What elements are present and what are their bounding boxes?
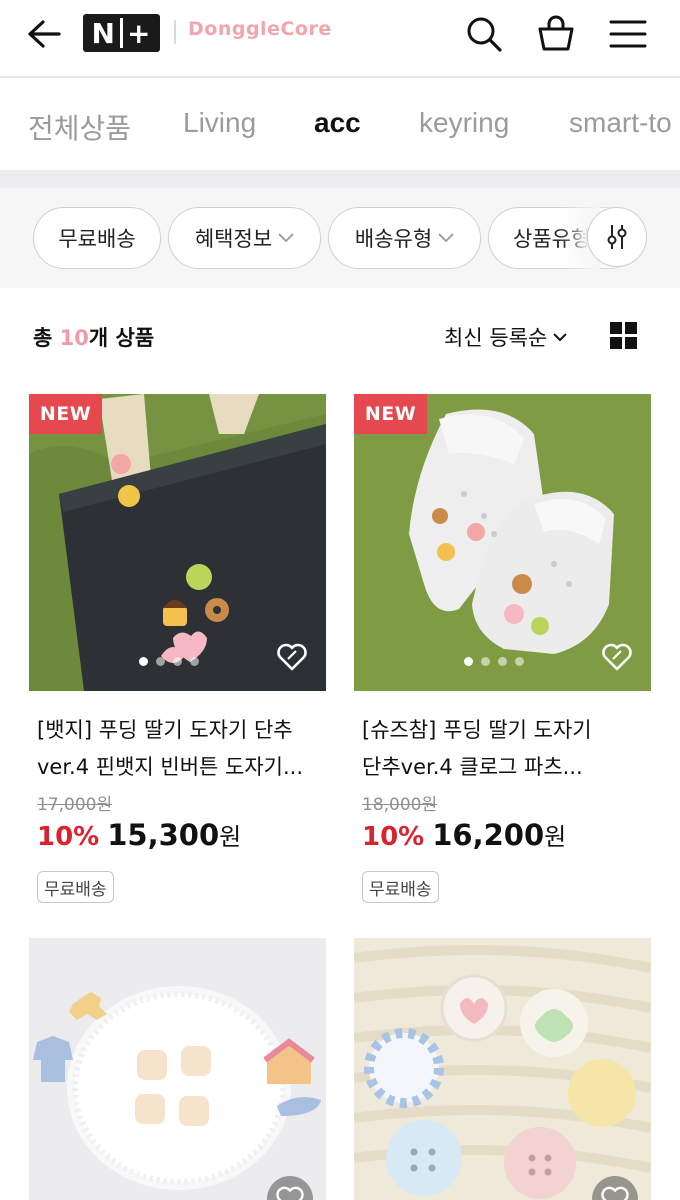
product-name-line: ver.4 핀뱃지 빈버튼 도자기... xyxy=(37,755,304,779)
free-shipping-tag: 무료배송 xyxy=(37,871,114,903)
filter-benefits[interactable]: 혜택정보 xyxy=(168,207,321,269)
tab-all[interactable]: 전체상품 xyxy=(28,107,131,147)
grid-view-icon[interactable] xyxy=(610,322,638,350)
product-count: 총 10개 상품 xyxy=(33,322,154,352)
product-name[interactable]: [뱃지] 푸딩 딸기 도자기 단추 ver.4 핀뱃지 빈버튼 도자기... xyxy=(37,712,327,786)
free-shipping-tag: 무료배송 xyxy=(362,871,439,903)
product-card[interactable]: NEW [슈즈참] 푸딩 딸기 도자기 단추ver.4 클로그 파츠... 18… xyxy=(354,394,651,914)
price-row: 10% 15,300 원 xyxy=(37,817,241,852)
currency-unit: 원 xyxy=(219,823,242,851)
hamburger-menu-icon[interactable] xyxy=(606,12,650,56)
tab-acc[interactable]: acc xyxy=(314,107,361,139)
top-header: N + DonggleCore xyxy=(0,0,680,78)
count-suffix: 개 상품 xyxy=(88,326,155,350)
nplus-logo[interactable]: N + xyxy=(83,14,160,52)
product-name-line: [슈즈참] 푸딩 딸기 도자기 xyxy=(362,718,592,742)
filter-label: 무료배송 xyxy=(58,227,136,251)
sort-label: 최신 등록순 xyxy=(444,326,548,350)
filter-label: 혜택정보 xyxy=(194,227,273,251)
chevron-down-icon xyxy=(278,233,294,243)
count-prefix: 총 xyxy=(33,326,60,350)
product-image[interactable] xyxy=(29,938,326,1200)
sale-price: 16,200 xyxy=(432,818,545,852)
discount-rate: 10% xyxy=(37,822,100,852)
product-name[interactable]: [슈즈참] 푸딩 딸기 도자기 단추ver.4 클로그 파츠... xyxy=(362,712,652,786)
new-badge: NEW xyxy=(29,394,102,434)
original-price: 18,000원 xyxy=(362,795,438,815)
chevron-down-icon xyxy=(438,233,454,243)
logo-divider xyxy=(174,20,176,44)
heart-icon[interactable] xyxy=(273,638,311,676)
shopping-bag-icon[interactable] xyxy=(534,12,578,56)
search-icon[interactable] xyxy=(462,12,506,56)
chevron-down-icon xyxy=(553,332,567,342)
original-price: 17,000원 xyxy=(37,795,113,815)
image-pager[interactable] xyxy=(464,657,524,666)
filter-bar: 무료배송 혜택정보 배송유형 상품유형 xyxy=(0,188,680,288)
tab-keyring[interactable]: keyring xyxy=(419,107,509,139)
sale-price: 15,300 xyxy=(107,818,220,852)
filter-delivery-type[interactable]: 배송유형 xyxy=(328,207,481,269)
product-card[interactable] xyxy=(354,938,651,1200)
back-arrow-icon[interactable] xyxy=(22,12,66,56)
currency-unit: 원 xyxy=(544,823,567,851)
tab-smart-to[interactable]: smart-to xyxy=(569,107,672,139)
filter-label: 배송유형 xyxy=(354,227,433,251)
filter-free-shipping[interactable]: 무료배송 xyxy=(33,207,161,269)
sort-dropdown[interactable]: 최신 등록순 xyxy=(444,322,567,352)
product-image[interactable]: NEW xyxy=(354,394,651,691)
sliders-icon xyxy=(607,225,627,249)
section-divider xyxy=(0,170,680,188)
price-row: 10% 16,200 원 xyxy=(362,817,566,852)
product-image[interactable] xyxy=(354,938,651,1200)
new-badge: NEW xyxy=(354,394,427,434)
heart-icon[interactable] xyxy=(598,638,636,676)
product-name-line: [뱃지] 푸딩 딸기 도자기 단추 xyxy=(37,718,293,742)
count-number: 10 xyxy=(59,326,89,350)
product-card[interactable] xyxy=(29,938,326,1200)
discount-rate: 10% xyxy=(362,822,425,852)
product-name-line: 단추ver.4 클로그 파츠... xyxy=(362,755,583,779)
tab-living[interactable]: Living xyxy=(183,107,256,139)
image-pager[interactable] xyxy=(139,657,199,666)
filter-settings-button[interactable] xyxy=(587,207,647,267)
category-tabs: 전체상품 Living acc keyring smart-to xyxy=(0,80,680,170)
product-card[interactable]: NEW [뱃지] 푸딩 딸기 도자기 단추 ver.4 핀뱃지 빈버튼 도자기.… xyxy=(29,394,326,914)
brand-logo[interactable]: DonggleCore xyxy=(188,18,332,40)
product-image[interactable]: NEW xyxy=(29,394,326,691)
